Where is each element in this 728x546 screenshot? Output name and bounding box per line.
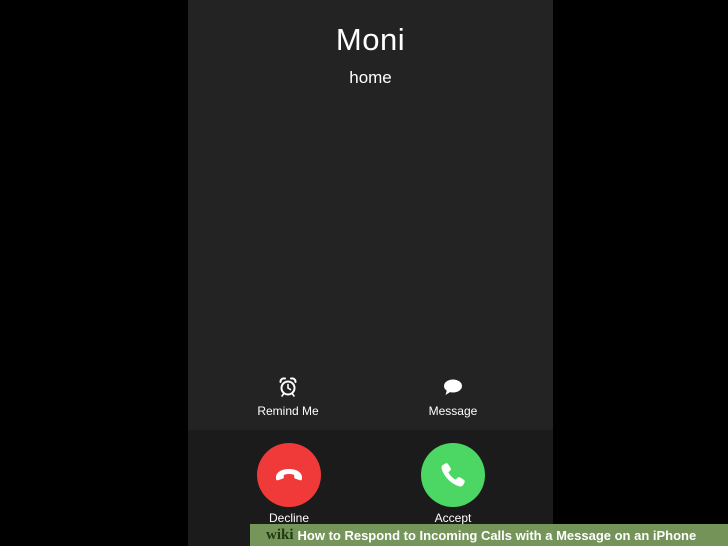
remind-me-button[interactable]: Remind Me [233, 376, 343, 418]
accept-label: Accept [434, 511, 472, 525]
accept-button[interactable] [421, 443, 485, 507]
caller-number-label: home [349, 68, 392, 87]
article-title-banner: wiki How to Respond to Incoming Calls wi… [250, 524, 728, 546]
decline-button[interactable] [257, 443, 321, 507]
wikihow-logo: wiki [266, 526, 294, 543]
message-label: Message [428, 404, 478, 418]
message-button[interactable]: Message [398, 376, 508, 418]
article-title: How to Respond to Incoming Calls with a … [297, 527, 697, 543]
caller-name: Moni [335, 22, 406, 57]
incoming-call-area [188, 0, 553, 430]
speech-bubble-icon [444, 379, 462, 395]
phone-screen: Moni home Remind Me Message Decline Acce… [188, 0, 553, 546]
remind-me-label: Remind Me [257, 404, 319, 418]
page: Moni home Remind Me Message Decline Acce… [0, 0, 728, 546]
alarm-clock-icon [279, 377, 297, 397]
phone-icon [441, 463, 465, 487]
decline-label: Decline [268, 511, 310, 525]
phone-hangup-icon [276, 469, 302, 481]
